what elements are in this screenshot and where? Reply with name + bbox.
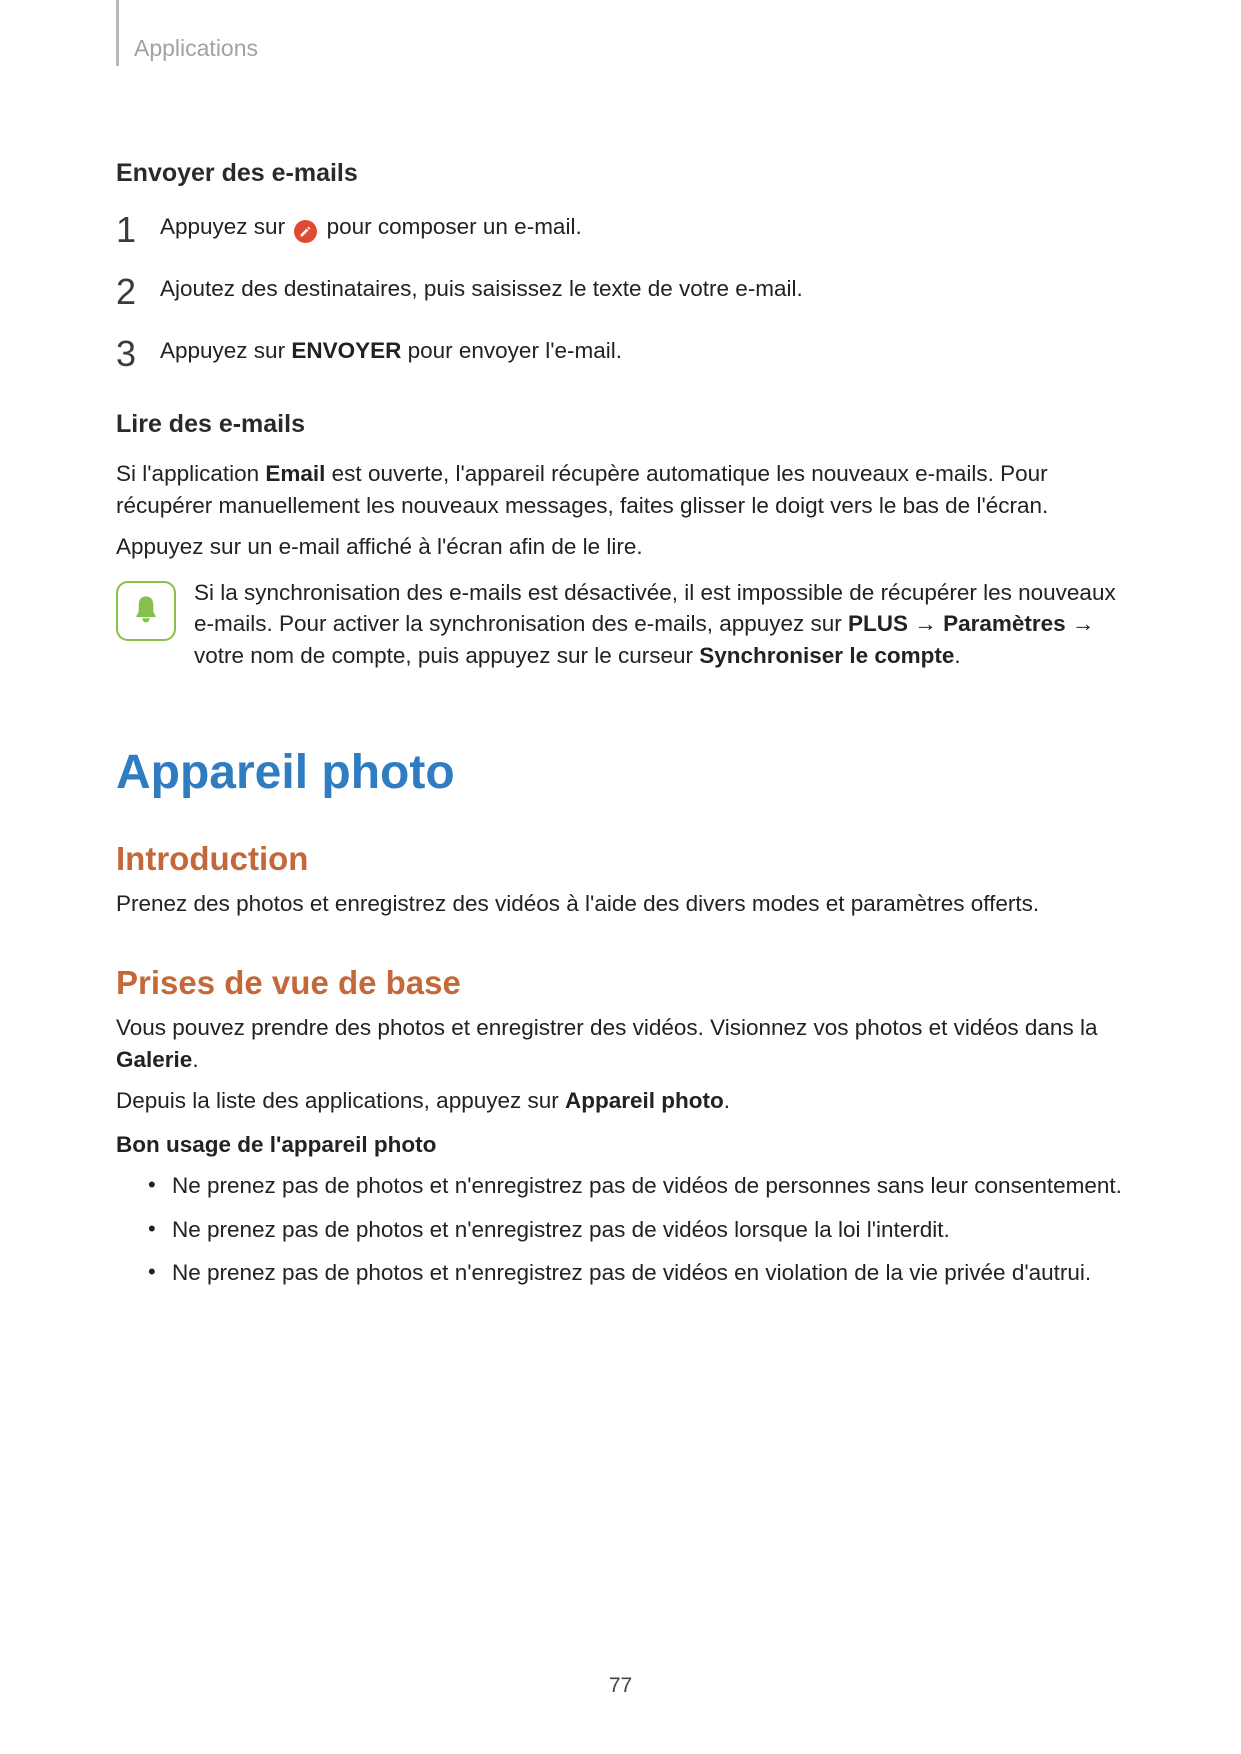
note-bell-icon	[116, 581, 176, 641]
intro-text: Prenez des photos et enregistrez des vid…	[116, 888, 1133, 920]
heading-camera: Appareil photo	[116, 739, 1133, 806]
header-section-label: Applications	[134, 32, 258, 64]
send-email-steps: Appuyez sur pour composer un e-mail. Ajo…	[116, 207, 1133, 371]
page-number: 77	[0, 1671, 1241, 1700]
list-item: Ne prenez pas de photos et n'enregistrez…	[116, 1214, 1133, 1246]
note-block: Si la synchronisation des e-mails est dé…	[116, 577, 1133, 672]
heading-read-emails: Lire des e-mails	[116, 407, 1133, 442]
basic-p2: Depuis la liste des applications, appuye…	[116, 1085, 1133, 1117]
note-text: Si la synchronisation des e-mails est dé…	[194, 577, 1133, 672]
step-3-pre: Appuyez sur	[160, 338, 291, 363]
heading-basic-shots: Prises de vue de base	[116, 960, 1133, 1006]
compose-icon	[294, 220, 317, 243]
note-b1: PLUS	[848, 611, 908, 636]
note-arrow-2: →	[1066, 611, 1095, 636]
heading-send-emails: Envoyer des e-mails	[116, 156, 1133, 191]
step-1-pre: Appuyez sur	[160, 214, 291, 239]
heading-introduction: Introduction	[116, 836, 1133, 882]
basic-p1: Vous pouvez prendre des photos et enregi…	[116, 1012, 1133, 1075]
step-1-post: pour composer un e-mail.	[320, 214, 581, 239]
list-item: Ne prenez pas de photos et n'enregistrez…	[116, 1257, 1133, 1289]
basic-p1-post: .	[192, 1047, 198, 1072]
step-3-post: pour envoyer l'e-mail.	[401, 338, 622, 363]
read-p1-pre: Si l'application	[116, 461, 265, 486]
usage-bullet-list: Ne prenez pas de photos et n'enregistrez…	[116, 1170, 1133, 1289]
note-mid: votre nom de compte, puis appuyez sur le…	[194, 643, 699, 668]
step-3-text: Appuyez sur ENVOYER pour envoyer l'e-mai…	[160, 335, 622, 367]
step-2: Ajoutez des destinataires, puis saisisse…	[116, 269, 1133, 309]
step-2-text: Ajoutez des destinataires, puis saisisse…	[160, 273, 803, 305]
step-1-text: Appuyez sur pour composer un e-mail.	[160, 211, 582, 243]
step-3: Appuyez sur ENVOYER pour envoyer l'e-mai…	[116, 331, 1133, 371]
read-p1-bold: Email	[265, 461, 325, 486]
basic-p1-pre: Vous pouvez prendre des photos et enregi…	[116, 1015, 1097, 1040]
note-arrow-1: →	[908, 611, 943, 636]
heading-good-usage: Bon usage de l'appareil photo	[116, 1129, 1133, 1161]
list-item: Ne prenez pas de photos et n'enregistrez…	[116, 1170, 1133, 1202]
basic-p2-pre: Depuis la liste des applications, appuye…	[116, 1088, 565, 1113]
step-1: Appuyez sur pour composer un e-mail.	[116, 207, 1133, 247]
header-divider	[116, 0, 119, 66]
read-emails-p1: Si l'application Email est ouverte, l'ap…	[116, 458, 1133, 521]
basic-p2-post: .	[724, 1088, 730, 1113]
note-b2: Paramètres	[943, 611, 1066, 636]
read-emails-p2: Appuyez sur un e-mail affiché à l'écran …	[116, 531, 1133, 563]
basic-p2-bold: Appareil photo	[565, 1088, 724, 1113]
note-end: .	[954, 643, 960, 668]
note-b3: Synchroniser le compte	[699, 643, 954, 668]
step-3-bold: ENVOYER	[291, 338, 401, 363]
basic-p1-bold: Galerie	[116, 1047, 192, 1072]
